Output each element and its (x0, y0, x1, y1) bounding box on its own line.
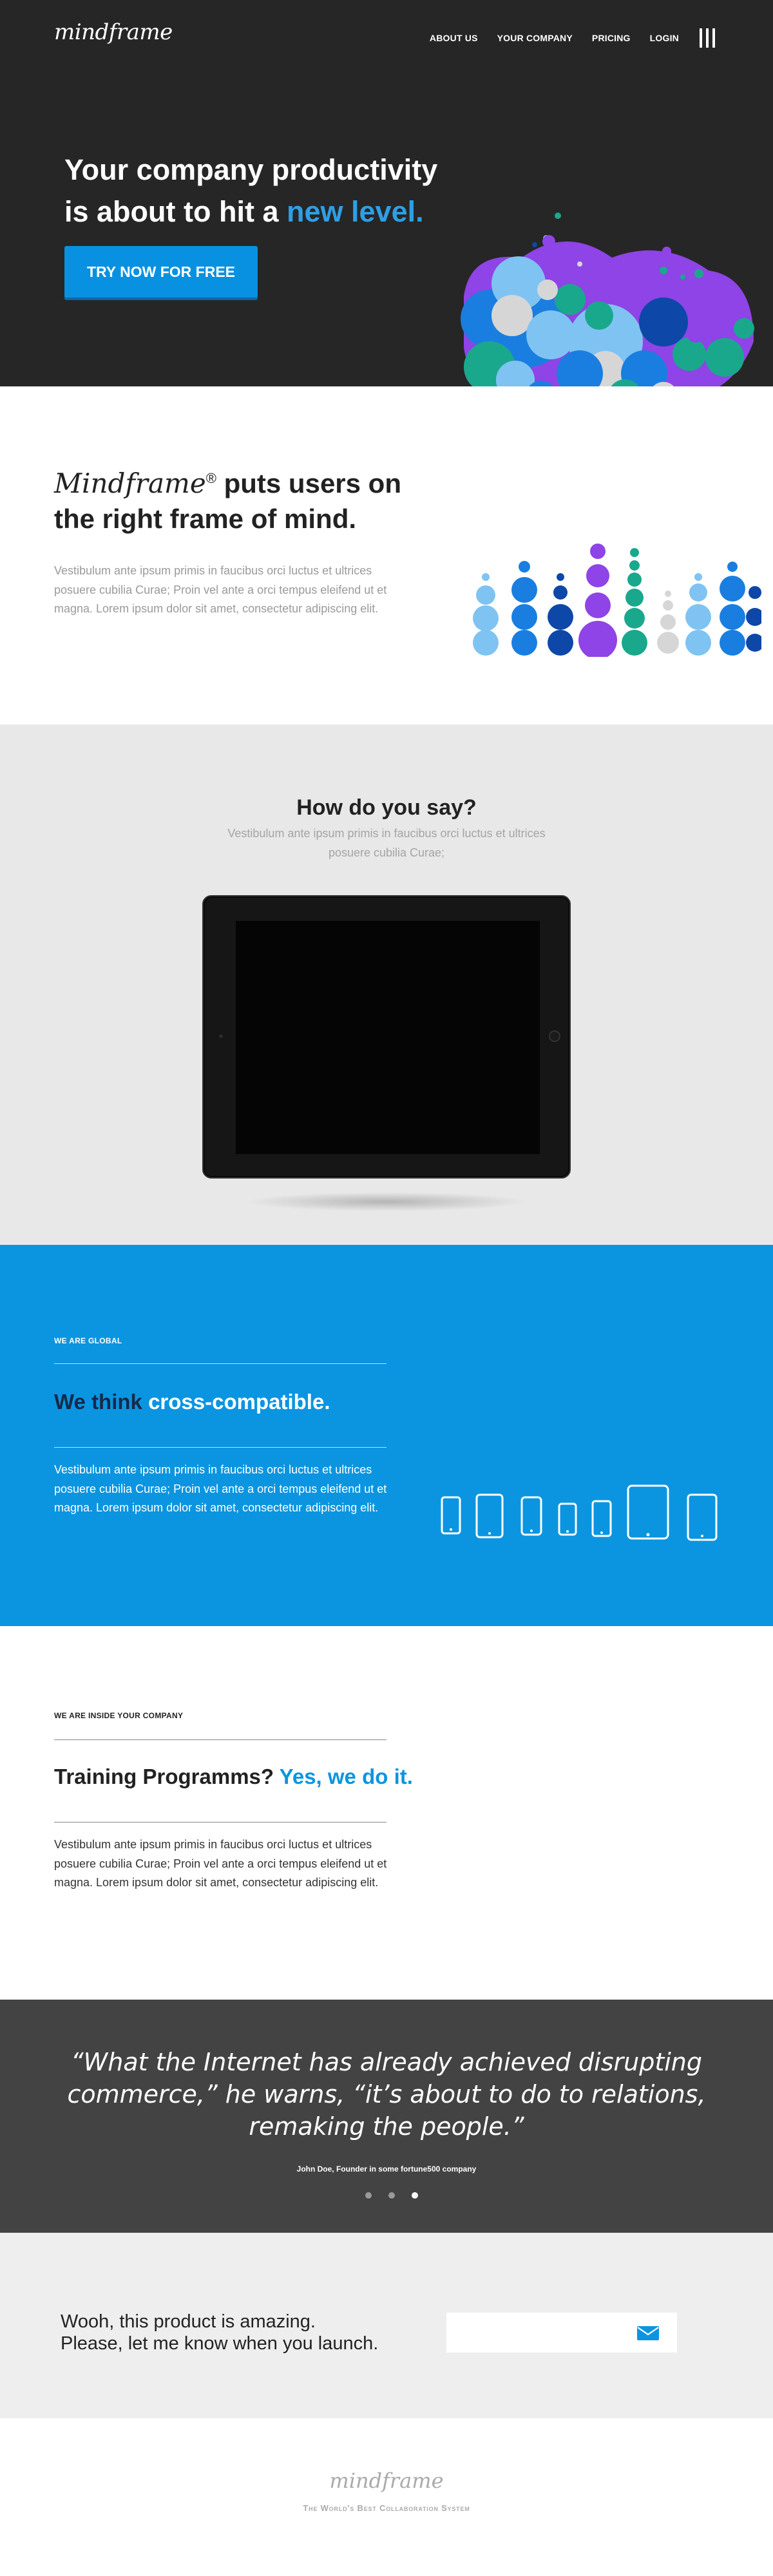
hero-title: Your company productivity is about to hi… (64, 149, 515, 233)
divider (54, 1363, 386, 1364)
phone-icon (687, 1493, 718, 1541)
phone-icon (558, 1502, 577, 1536)
how-title: How do you say? (296, 795, 477, 820)
intro-brand: Mindframe (54, 468, 206, 499)
hero-section: mindframe ABOUT US YOUR COMPANY PRICING … (0, 0, 773, 386)
training-body: Vestibulum ante ipsum primis in faucibus… (54, 1838, 387, 1889)
tablet-icon (627, 1484, 669, 1540)
phone-icon (520, 1496, 542, 1536)
nav-about-us[interactable]: ABOUT US (430, 33, 478, 43)
global-title: We think cross-compatible. (54, 1390, 330, 1414)
divider (54, 1822, 386, 1823)
tablet-shadow (245, 1192, 528, 1211)
envelope-icon[interactable] (637, 2326, 659, 2340)
logo[interactable]: mindframe (54, 19, 173, 45)
testimonial-quote: “What the Internet has already achieved … (67, 2048, 706, 2141)
training-eyebrow: WE ARE INSIDE YOUR COMPANY (54, 1711, 184, 1720)
intro-title: Mindframe® puts users on the right frame … (54, 466, 441, 536)
global-title-start: We think (54, 1390, 149, 1414)
email-field-wrapper (446, 2313, 677, 2353)
intro-body: Vestibulum ante ipsum primis in faucibus… (54, 564, 387, 616)
signup-message-line2: Please, let me know when you launch. (61, 2333, 379, 2354)
global-title-highlight: cross-compatible. (148, 1390, 330, 1414)
pager-dot-1[interactable] (365, 2192, 372, 2199)
testimonial-cite: John Doe, Founder in some fortune500 com… (296, 2164, 477, 2174)
pager-dot-3[interactable] (412, 2192, 418, 2199)
how-subtitle: Vestibulum ante ipsum primis in faucibus… (227, 827, 546, 859)
hero-title-highlight: new level. (287, 194, 424, 228)
menu-bar (706, 28, 709, 48)
signup-section: Wooh, this product is amazing. Please, l… (0, 2233, 773, 2418)
training-title-start: Training Programms? (54, 1765, 280, 1788)
tablet-home-button (549, 1030, 560, 1042)
hero-title-line2: is about to hit a (64, 194, 287, 228)
divider (54, 1447, 386, 1448)
bubbles-illustration (461, 213, 754, 386)
menu-bar (700, 28, 702, 48)
phone-icon (441, 1496, 461, 1535)
dots-illustration (473, 544, 761, 657)
global-section: WE ARE GLOBAL We think cross-compatible.… (0, 1245, 773, 1626)
global-body: Vestibulum ante ipsum primis in faucibus… (54, 1463, 387, 1515)
intro-section: Mindframe® puts users on the right frame … (0, 386, 773, 724)
tablet-camera (219, 1034, 223, 1038)
menu-bar (712, 28, 715, 48)
hamburger-menu-icon[interactable] (700, 28, 715, 48)
footer-tagline: The World's Best Collaboration System (303, 2503, 470, 2513)
nav-login[interactable]: LOGIN (650, 33, 679, 43)
training-title: Training Programms? Yes, we do it. (54, 1765, 413, 1789)
intro-title-rest1: puts users on (216, 468, 401, 498)
registered-mark: ® (205, 470, 216, 486)
training-title-highlight: Yes, we do it. (279, 1765, 413, 1788)
testimonial-section: “What the Internet has already achieved … (0, 2000, 773, 2233)
intro-title-rest2: the right frame of mind. (54, 503, 357, 534)
nav-pricing[interactable]: PRICING (592, 33, 631, 43)
footer: mindframe The World's Best Collaboration… (0, 2418, 773, 2576)
email-input[interactable] (455, 2313, 623, 2353)
hero-title-line1: Your company productivity (64, 153, 438, 186)
footer-logo[interactable]: mindframe (0, 2468, 773, 2493)
devices-illustration (441, 1484, 718, 1541)
signup-message: Wooh, this product is amazing. Please, l… (61, 2311, 378, 2355)
main-nav: ABOUT US YOUR COMPANY PRICING LOGIN (410, 28, 715, 48)
phone-icon (475, 1493, 504, 1539)
global-eyebrow: WE ARE GLOBAL (54, 1336, 122, 1345)
training-section: WE ARE INSIDE YOUR COMPANY Training Prog… (0, 1626, 773, 2000)
pager-dot-2[interactable] (388, 2192, 395, 2199)
try-now-button[interactable]: TRY NOW FOR FREE (64, 246, 258, 298)
nav-your-company[interactable]: YOUR COMPANY (497, 33, 573, 43)
how-section: How do you say? Vestibulum ante ipsum pr… (0, 724, 773, 1245)
signup-message-line1: Wooh, this product is amazing. (61, 2311, 316, 2332)
divider (54, 1739, 386, 1740)
testimonial-pager (365, 2192, 435, 2199)
phone-icon (591, 1500, 612, 1537)
tablet-mockup (202, 895, 571, 1179)
tablet-screen (236, 921, 540, 1154)
